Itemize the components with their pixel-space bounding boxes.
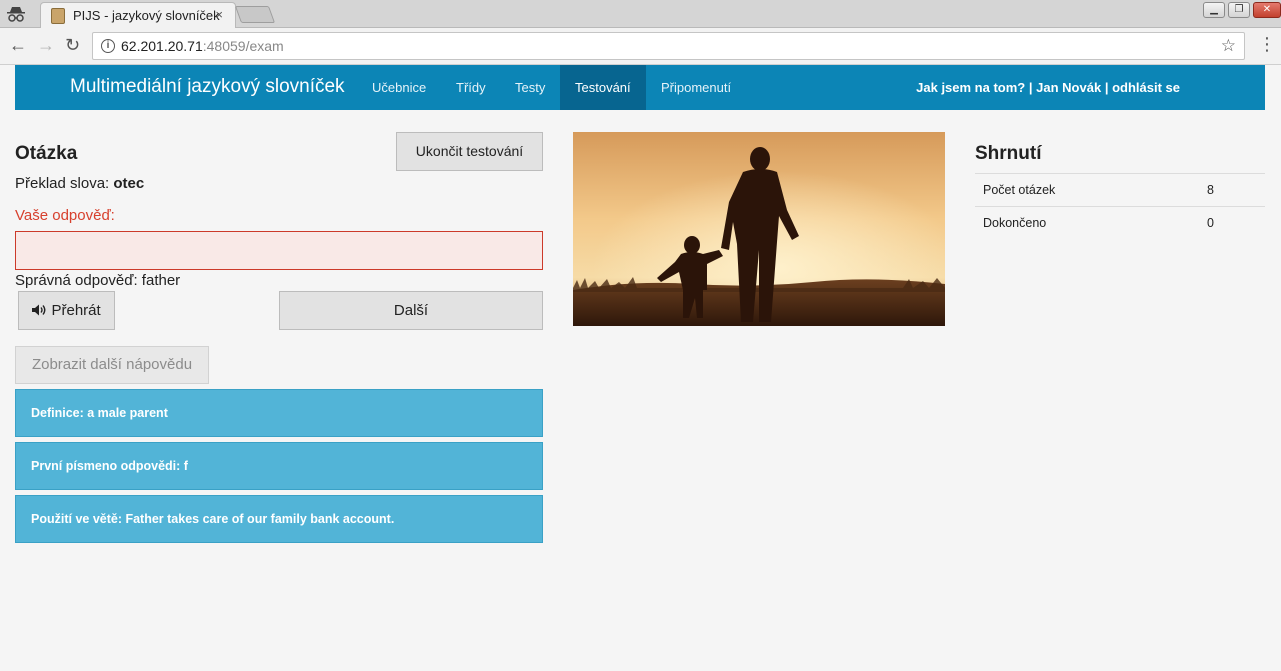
progress-link[interactable]: Jak jsem na tom? bbox=[916, 80, 1025, 95]
reload-icon[interactable]: ↻ bbox=[65, 36, 80, 54]
address-bar[interactable]: i 62.201.20.71:48059/exam ☆ bbox=[92, 32, 1245, 60]
question-title: Otázka bbox=[15, 143, 78, 164]
new-tab-button[interactable] bbox=[234, 6, 276, 23]
question-image bbox=[573, 132, 945, 326]
browser-tab[interactable]: PIJS - jazykový slovníček × bbox=[40, 2, 236, 29]
dictionary-favicon-icon bbox=[51, 8, 65, 24]
answer-label: Vaše odpověď: bbox=[15, 207, 115, 224]
summary-value: 0 bbox=[1207, 206, 1265, 240]
nav-testy[interactable]: Testy bbox=[500, 65, 560, 110]
top-navbar: Multimediální jazykový slovníček Učebnic… bbox=[15, 65, 1265, 110]
user-name-link[interactable]: Jan Novák bbox=[1036, 80, 1101, 95]
end-testing-button[interactable]: Ukončit testování bbox=[396, 132, 543, 171]
browser-menu-icon[interactable]: ⋮ bbox=[1258, 35, 1276, 53]
logout-link[interactable]: odhlásit se bbox=[1112, 80, 1180, 95]
forward-icon[interactable]: → bbox=[37, 36, 55, 54]
url-text[interactable]: 62.201.20.71:48059/exam bbox=[121, 38, 284, 54]
back-icon[interactable]: ← bbox=[9, 36, 27, 54]
hint-definition: Definice: a male parent bbox=[15, 389, 543, 437]
summary-title: Shrnutí bbox=[975, 143, 1042, 164]
tab-close-icon[interactable]: × bbox=[215, 7, 223, 22]
restore-icon[interactable]: ❐ bbox=[1228, 2, 1250, 18]
nav-pripomenuti[interactable]: Připomenutí bbox=[646, 65, 746, 110]
next-button[interactable]: Další bbox=[279, 291, 543, 330]
translate-prompt: Překlad slova: otec bbox=[15, 175, 145, 192]
nav-ucebnice[interactable]: Učebnice bbox=[357, 65, 441, 110]
speaker-icon bbox=[32, 304, 46, 316]
summary-label: Počet otázek bbox=[975, 173, 1207, 207]
window-close-icon[interactable]: ✕ bbox=[1253, 2, 1281, 18]
nav-testovani[interactable]: Testování bbox=[560, 65, 646, 110]
nav-tridy[interactable]: Třídy bbox=[441, 65, 501, 110]
page-content: Multimediální jazykový slovníček Učebnic… bbox=[0, 65, 1281, 671]
info-icon[interactable]: i bbox=[101, 39, 115, 53]
summary-row-completed: Dokončeno 0 bbox=[975, 206, 1265, 240]
show-hint-button[interactable]: Zobrazit další nápovědu bbox=[15, 346, 209, 384]
bookmark-star-icon[interactable]: ☆ bbox=[1221, 36, 1236, 56]
correct-answer-text: Správná odpověď: father bbox=[15, 272, 181, 289]
summary-row-question-count: Počet otázek 8 bbox=[975, 173, 1265, 207]
browser-toolbar: ← → ↻ i 62.201.20.71:48059/exam ☆ ⋮ bbox=[0, 28, 1281, 65]
summary-label: Dokončeno bbox=[975, 206, 1207, 240]
user-links: Jak jsem na tom? | Jan Novák | odhlásit … bbox=[916, 65, 1180, 110]
separator: | bbox=[1028, 80, 1033, 95]
separator: | bbox=[1104, 80, 1109, 95]
summary-table: Počet otázek 8 Dokončeno 0 bbox=[975, 173, 1265, 240]
minimize-icon[interactable]: ▁ bbox=[1203, 2, 1225, 18]
browser-tab-strip: PIJS - jazykový slovníček × ▁ ❐ ✕ bbox=[0, 0, 1281, 29]
incognito-icon bbox=[7, 7, 25, 22]
site-brand[interactable]: Multimediální jazykový slovníček bbox=[70, 76, 345, 98]
summary-value: 8 bbox=[1207, 173, 1265, 207]
question-word: otec bbox=[113, 175, 145, 192]
tab-title: PIJS - jazykový slovníček bbox=[73, 8, 220, 23]
hint-usage-sentence: Použití ve větě: Father takes care of ou… bbox=[15, 495, 543, 543]
answer-input[interactable] bbox=[15, 231, 543, 270]
hint-first-letter: První písmeno odpovědi: f bbox=[15, 442, 543, 490]
play-audio-button[interactable]: Přehrát bbox=[18, 291, 115, 330]
